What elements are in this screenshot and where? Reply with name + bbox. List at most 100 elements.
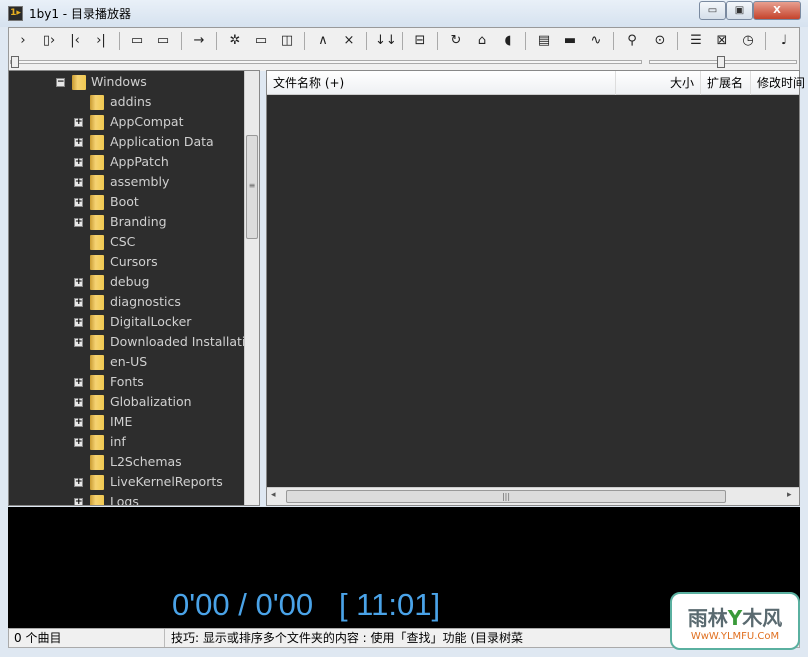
expand-icon[interactable]: +: [74, 178, 83, 187]
toolbar-separator: [304, 32, 305, 50]
volume-slider[interactable]: [649, 56, 797, 68]
close-button[interactable]: ×: [339, 31, 359, 51]
tree-item-label: Downloaded Installations: [110, 334, 260, 349]
scroll-left-icon[interactable]: ◂: [271, 490, 276, 500]
folder-icon: [90, 495, 104, 505]
tree-item[interactable]: + Logs: [9, 492, 244, 505]
repeat-button[interactable]: ↻: [446, 31, 466, 51]
position-slider[interactable]: [10, 56, 642, 68]
expand-icon[interactable]: +: [74, 198, 83, 207]
tree-item[interactable]: − Windows: [9, 72, 244, 92]
tree-item[interactable]: + debug: [9, 272, 244, 292]
folder-icon: [90, 395, 104, 410]
play-next-button[interactable]: ▯›: [39, 31, 59, 51]
expand-icon[interactable]: +: [74, 398, 83, 407]
next-folder-icon: ▭: [156, 33, 170, 48]
close-button[interactable]: X: [753, 1, 801, 20]
insert-button[interactable]: ⊠: [712, 31, 732, 51]
expand-icon[interactable]: +: [74, 378, 83, 387]
prev-folder-icon: ▭: [130, 33, 144, 48]
play-icon: ›: [20, 33, 26, 48]
tree-item[interactable]: + diagnostics: [9, 292, 244, 312]
split-view-icon: ⊟: [414, 33, 426, 48]
playlist-icon: ☰: [690, 33, 702, 48]
tree-item[interactable]: + DigitalLocker: [9, 312, 244, 332]
timer-button[interactable]: ◷: [738, 31, 758, 51]
slider-thumb[interactable]: [11, 56, 19, 68]
expand-icon[interactable]: +: [74, 318, 83, 327]
mini-window-icon: ▭: [254, 33, 268, 48]
expand-icon[interactable]: +: [74, 438, 83, 447]
zoom-search-icon: ⊙: [654, 33, 666, 48]
tree-vertical-scrollbar[interactable]: ≡: [244, 71, 259, 505]
tree-item[interactable]: L2Schemas: [9, 452, 244, 472]
scrollbar-thumb[interactable]: ≡: [246, 135, 258, 239]
wave-file-button[interactable]: ∿: [586, 31, 606, 51]
tree-item[interactable]: + assembly: [9, 172, 244, 192]
maximize-button[interactable]: ▣: [726, 1, 753, 20]
panel-button[interactable]: ◫: [277, 31, 297, 51]
keyboard-button[interactable]: ▬: [560, 31, 580, 51]
arrow-right-button[interactable]: →: [189, 31, 209, 51]
expand-icon[interactable]: +: [74, 478, 83, 487]
tree-item[interactable]: + Fonts: [9, 372, 244, 392]
toolbar-separator: [366, 32, 367, 50]
previous-button[interactable]: |‹: [65, 31, 85, 51]
tree-item[interactable]: Cursors: [9, 252, 244, 272]
expand-icon[interactable]: +: [74, 498, 83, 505]
chevron-up-button[interactable]: ∧: [313, 31, 333, 51]
expand-icon[interactable]: +: [74, 158, 83, 167]
next-button[interactable]: ›|: [91, 31, 111, 51]
playlist-button[interactable]: ☰: [686, 31, 706, 51]
collapse-icon[interactable]: −: [56, 78, 65, 87]
title-bar: 1▸ 1by1 - 目录播放器 ▭ ▣ X: [0, 0, 808, 27]
split-view-button[interactable]: ⊟: [410, 31, 430, 51]
sort-down-button[interactable]: ↓↓: [375, 31, 397, 51]
file-list[interactable]: 文件名称 (+) 大小 扩展名 修改时间 ◂ ||| ▸: [266, 70, 805, 506]
tree-item[interactable]: + inf: [9, 432, 244, 452]
tree-item[interactable]: addins: [9, 92, 244, 112]
column-extension[interactable]: 扩展名: [701, 71, 751, 95]
tree-item[interactable]: + AppPatch: [9, 152, 244, 172]
column-name[interactable]: 文件名称 (+): [267, 71, 616, 95]
tree-item[interactable]: + Globalization: [9, 392, 244, 412]
prev-folder-button[interactable]: ▭: [127, 31, 147, 51]
tree-item[interactable]: + Branding: [9, 212, 244, 232]
folder-tree[interactable]: − Windows addins + AppCompat + Application Dat…: [8, 70, 260, 506]
folder-icon: [72, 75, 86, 90]
column-modified[interactable]: 修改时间: [751, 71, 808, 95]
tree-item[interactable]: + IME: [9, 412, 244, 432]
home-button[interactable]: ⌂: [472, 31, 492, 51]
minimize-button[interactable]: ▭: [699, 1, 726, 20]
tree-item[interactable]: + AppCompat: [9, 112, 244, 132]
scrollbar-thumb[interactable]: |||: [286, 490, 726, 503]
expand-icon[interactable]: +: [74, 298, 83, 307]
expand-icon[interactable]: +: [74, 118, 83, 127]
scroll-right-icon[interactable]: ▸: [787, 490, 792, 500]
play-button[interactable]: ›: [13, 31, 33, 51]
next-folder-button[interactable]: ▭: [153, 31, 173, 51]
file-select-button[interactable]: ▤: [534, 31, 554, 51]
slider-thumb[interactable]: [717, 56, 726, 68]
zoom-search-button[interactable]: ⊙: [650, 31, 670, 51]
gear-button[interactable]: ✲: [225, 31, 245, 51]
tree-item[interactable]: CSC: [9, 232, 244, 252]
expand-icon[interactable]: +: [74, 418, 83, 427]
tree-item[interactable]: + Boot: [9, 192, 244, 212]
tree-item[interactable]: en-US: [9, 352, 244, 372]
expand-icon[interactable]: +: [74, 278, 83, 287]
output-button[interactable]: ♩: [774, 31, 794, 51]
mini-window-button[interactable]: ▭: [251, 31, 271, 51]
expand-icon[interactable]: +: [74, 218, 83, 227]
search-button[interactable]: ⚲: [622, 31, 642, 51]
tree-item-label: assembly: [110, 174, 170, 189]
tree-item[interactable]: + Application Data: [9, 132, 244, 152]
expand-icon[interactable]: +: [74, 338, 83, 347]
tree-item[interactable]: + Downloaded Installations: [9, 332, 259, 352]
wave-file-icon: ∿: [590, 33, 602, 48]
expand-icon[interactable]: +: [74, 138, 83, 147]
tree-item[interactable]: + LiveKernelReports: [9, 472, 244, 492]
column-size[interactable]: 大小: [616, 71, 701, 95]
volume-button[interactable]: ◖: [498, 31, 518, 51]
file-horizontal-scrollbar[interactable]: ◂ ||| ▸: [267, 487, 799, 505]
